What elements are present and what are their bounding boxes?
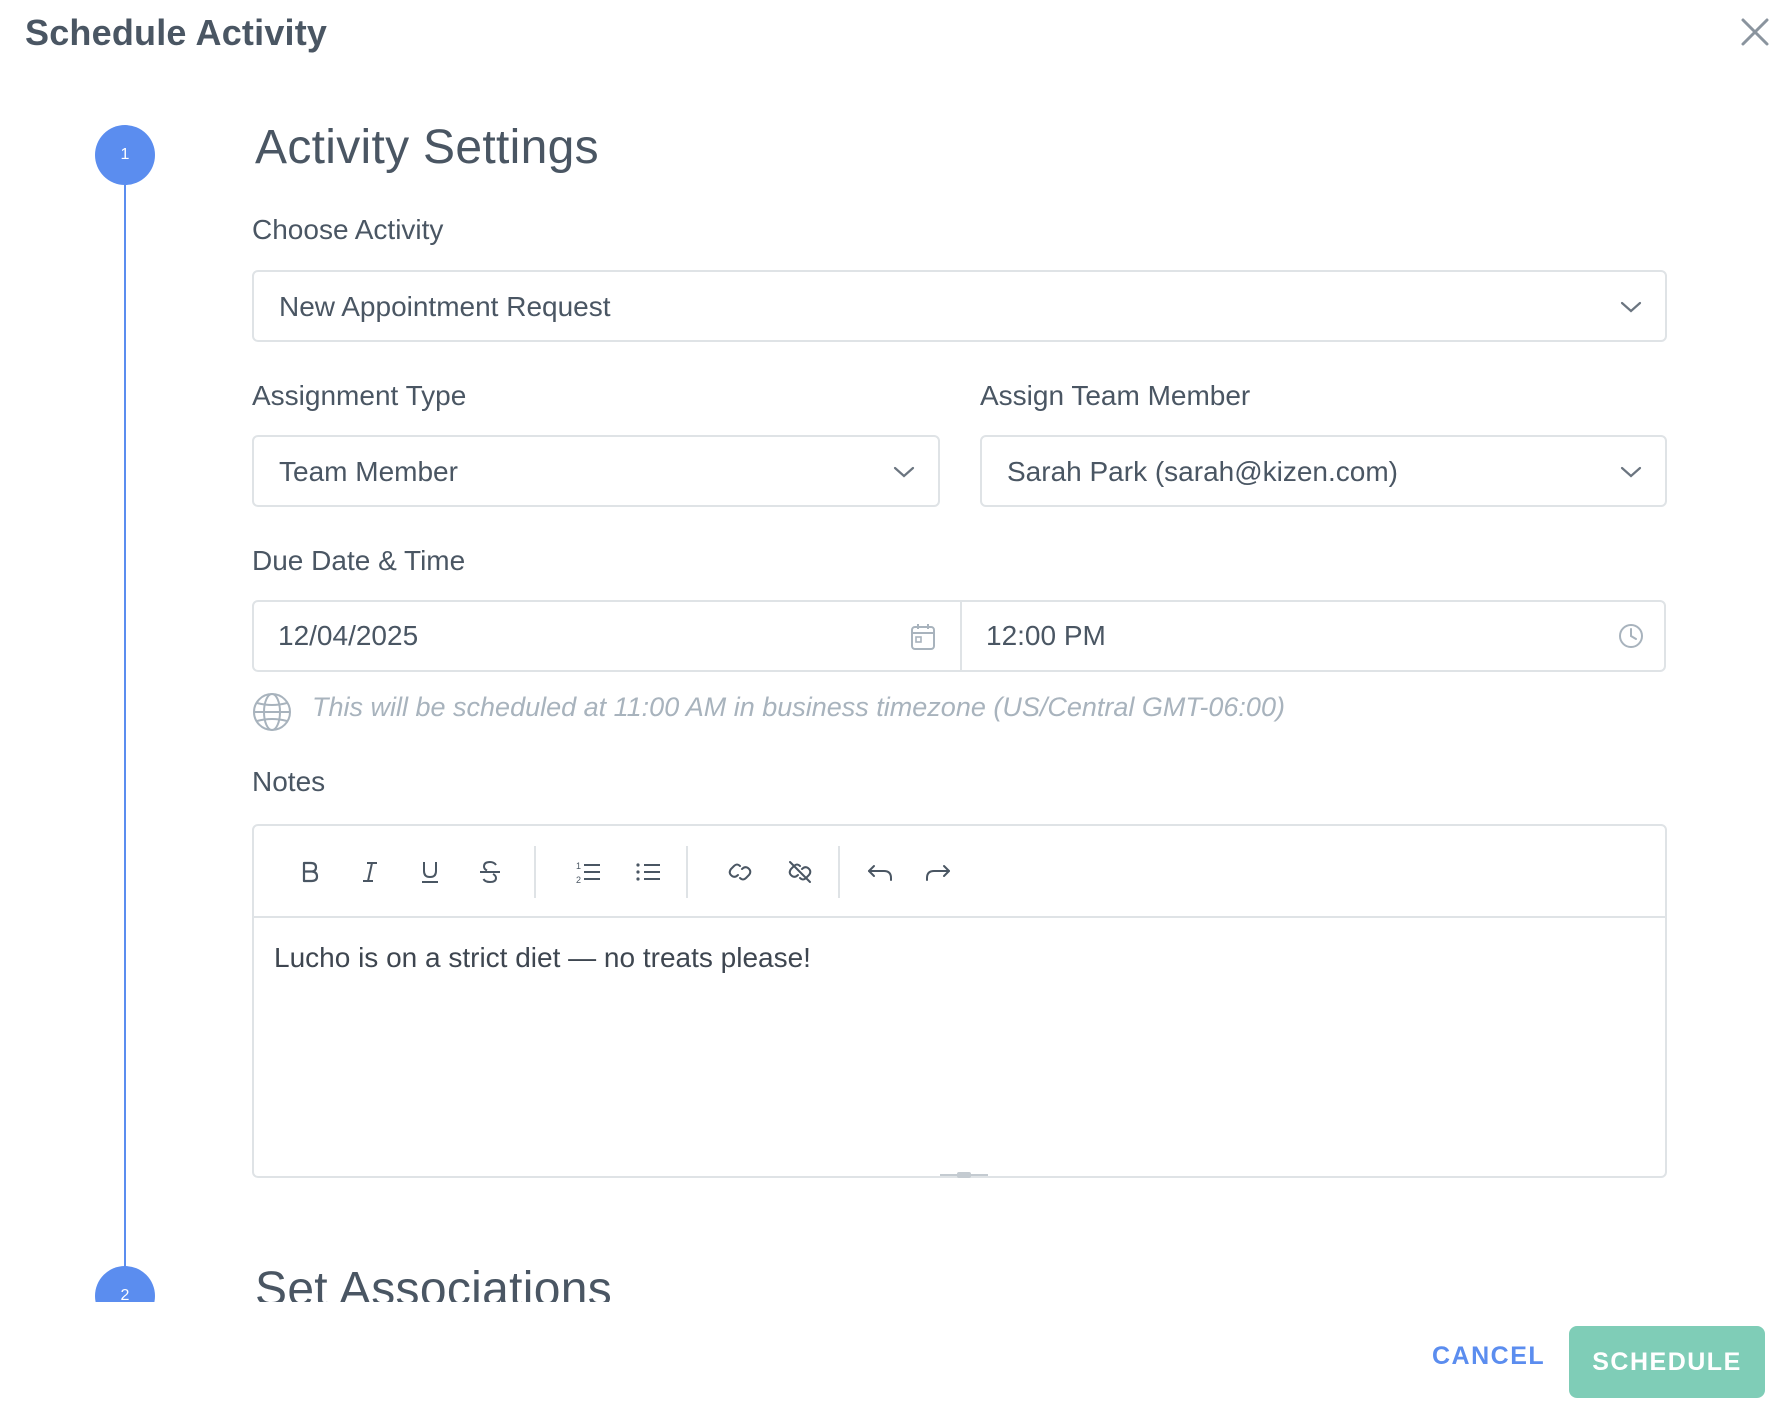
bold-icon [302, 861, 319, 883]
time-input[interactable]: 12:00 PM [962, 602, 1664, 670]
choose-activity-value: New Appointment Request [279, 291, 611, 322]
schedule-button[interactable]: SCHEDULE [1569, 1326, 1765, 1398]
link-icon [728, 863, 752, 881]
redo-icon [926, 865, 950, 881]
modal-title: Schedule Activity [25, 12, 328, 53]
step-2-indicator: 2 [95, 1266, 155, 1302]
underline-button[interactable] [410, 852, 450, 892]
chevron-down-icon [1620, 466, 1642, 478]
clock-icon[interactable] [1617, 622, 1645, 650]
strikethrough-button[interactable] [470, 852, 510, 892]
chevron-down-icon [1620, 301, 1642, 313]
notes-editor: 1 2 Lucho is on a strict diet — no treat… [252, 824, 1667, 1178]
unlink-icon [788, 861, 812, 883]
strikethrough-icon [480, 860, 500, 884]
schedule-activity-modal: Schedule Activity 1 Activity Settings Ch… [0, 0, 1778, 1418]
section-title-activity-settings: Activity Settings [255, 121, 599, 174]
cancel-button[interactable]: CANCEL [1432, 1342, 1545, 1371]
assign-team-member-value: Sarah Park (sarah@kizen.com) [1007, 456, 1399, 487]
timezone-note: This will be scheduled at 11:00 AM in bu… [312, 692, 1285, 722]
italic-button[interactable] [350, 852, 390, 892]
step-1-indicator: 1 [95, 125, 155, 185]
redo-button[interactable] [918, 852, 958, 892]
notes-label: Notes [252, 766, 326, 797]
undo-button[interactable] [860, 852, 900, 892]
assignment-type-select[interactable]: Team Member [252, 435, 940, 507]
date-value: 12/04/2025 [278, 620, 419, 651]
section-title-set-associations: Set Associations [255, 1263, 612, 1302]
toolbar-divider [686, 846, 688, 898]
bold-button[interactable] [290, 852, 330, 892]
globe-icon [253, 693, 291, 731]
calendar-icon[interactable] [909, 622, 937, 652]
stepper-line [124, 180, 126, 1302]
ordered-list-icon: 1 2 [576, 861, 600, 885]
link-button[interactable] [720, 852, 760, 892]
assign-team-member-label: Assign Team Member [980, 380, 1251, 411]
notes-text[interactable]: Lucho is on a strict diet — no treats pl… [274, 942, 811, 974]
date-input[interactable]: 12/04/2025 [254, 602, 962, 670]
due-date-time-field: 12/04/2025 12:00 PM [252, 600, 1666, 672]
close-icon [1741, 18, 1769, 46]
modal-body[interactable]: 1 Activity Settings Choose Activity New … [0, 90, 1778, 1302]
choose-activity-select[interactable]: New Appointment Request [252, 270, 1667, 342]
assignment-type-label: Assignment Type [252, 380, 467, 411]
resize-handle-icon[interactable] [940, 1172, 988, 1178]
ordered-list-button[interactable]: 1 2 [568, 852, 608, 892]
toolbar-divider [838, 846, 840, 898]
bullet-list-button[interactable] [628, 852, 668, 892]
bullet-list-icon [636, 863, 660, 881]
unlink-button[interactable] [780, 852, 820, 892]
assign-team-member-select[interactable]: Sarah Park (sarah@kizen.com) [980, 435, 1667, 507]
close-button[interactable] [1733, 10, 1777, 54]
due-date-time-label: Due Date & Time [252, 545, 466, 576]
choose-activity-label: Choose Activity [252, 214, 444, 245]
undo-icon [868, 865, 892, 881]
editor-toolbar: 1 2 [254, 826, 1665, 918]
time-value: 12:00 PM [986, 620, 1106, 651]
underline-icon [422, 862, 438, 883]
italic-icon [363, 862, 377, 882]
assignment-type-value: Team Member [279, 456, 458, 487]
svg-text:2: 2 [576, 875, 581, 885]
chevron-down-icon [893, 466, 915, 478]
toolbar-divider [534, 846, 536, 898]
svg-text:1: 1 [576, 861, 581, 871]
